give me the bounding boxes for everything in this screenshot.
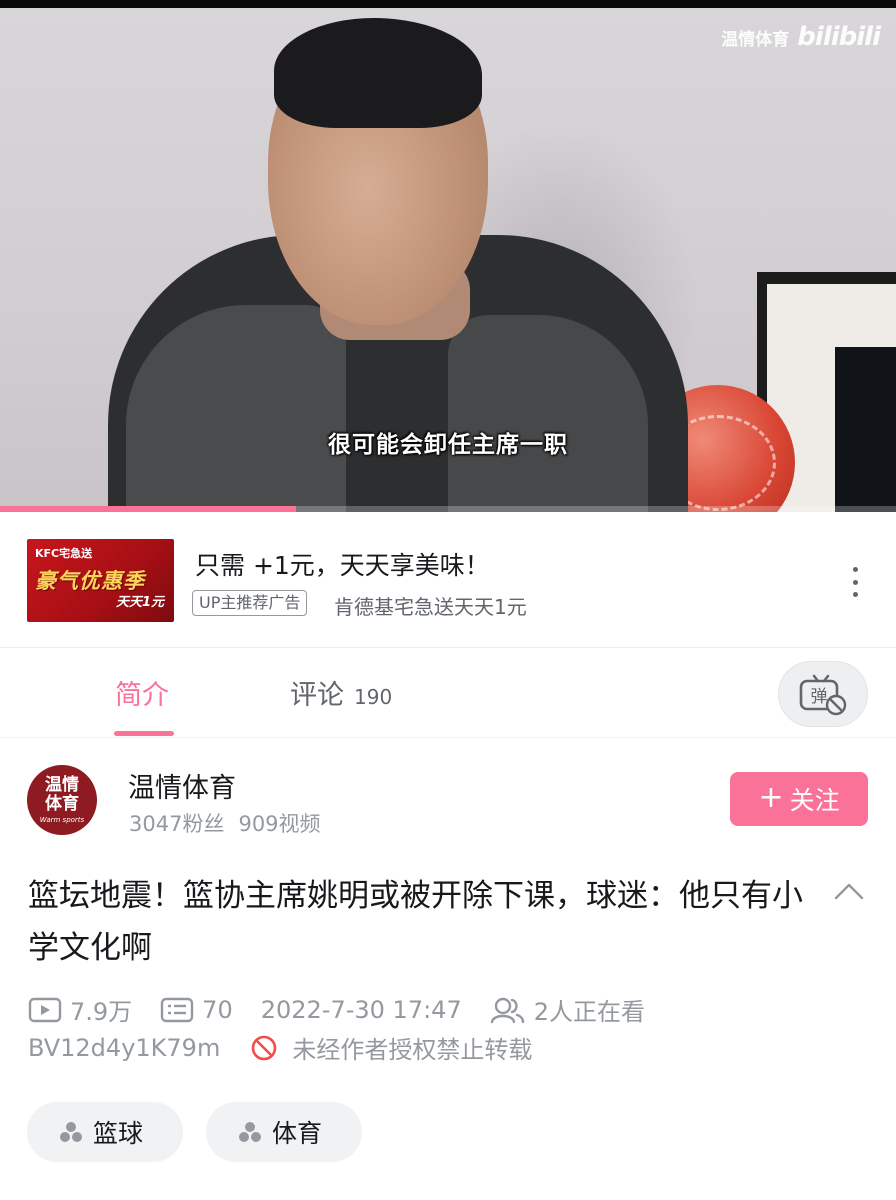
tabs-divider <box>0 737 896 738</box>
avatar-text: 温情体育 <box>45 775 79 814</box>
more-vertical-icon[interactable] <box>845 564 865 600</box>
tab-comments[interactable]: 评论 190 <box>290 673 392 712</box>
danmaku-count-icon <box>160 997 194 1022</box>
detail-tabs: 简介 评论 190 弹 <box>0 649 896 737</box>
follow-button[interactable]: + 关注 <box>730 772 868 826</box>
video-meta-secondary: BV12d4y1K79m 未经作者授权禁止转载 <box>28 1030 532 1065</box>
uploader-fans: 3047粉丝 <box>129 812 225 836</box>
danmaku-toggle-button[interactable]: 弹 <box>778 661 868 727</box>
ad-label-badge: UP主推荐广告 <box>192 590 308 616</box>
tag-basketball[interactable]: 篮球 <box>27 1102 183 1162</box>
bilibili-logo: bilibili <box>797 22 881 52</box>
ad-banner[interactable]: KFC宅急送 豪气优惠季 天天1元 只需 +1元，天天享美味！ UP主推荐广告 … <box>0 512 896 648</box>
video-player[interactable]: 很可能会卸任主席一职 温情体育 bilibili <box>0 0 896 512</box>
ad-thumbnail[interactable]: KFC宅急送 豪气优惠季 天天1元 <box>27 539 174 622</box>
uploader-video-count: 909视频 <box>238 812 321 836</box>
tab-intro[interactable]: 简介 <box>115 673 169 712</box>
reprint-notice: 未经作者授权禁止转载 <box>250 1030 532 1065</box>
svg-text:弹: 弹 <box>811 687 828 707</box>
reprint-notice-text: 未经作者授权禁止转载 <box>292 1036 533 1064</box>
comment-count: 190 <box>354 685 393 709</box>
view-count: 7.9万 <box>70 998 133 1026</box>
ad-thumb-daily: 天天1元 <box>115 595 164 610</box>
views-stat: 7.9万 <box>28 992 132 1027</box>
danmaku-toggle-icon: 弹 <box>799 674 847 716</box>
chevron-up-icon[interactable] <box>833 880 865 902</box>
watching-stat: 2人正在看 <box>490 992 645 1027</box>
danmaku-stat: 70 <box>160 996 233 1024</box>
video-title: 篮坛地震！篮协主席姚明或被开除下课，球迷：他只有小学文化啊 <box>28 878 803 966</box>
ad-thumb-brand: KFC宅急送 <box>35 547 93 560</box>
uploader-name[interactable]: 温情体育 <box>128 766 236 805</box>
video-meta: 7.9万 70 2022-7-30 17:47 2人正在看 <box>28 992 673 1027</box>
tab-comments-label: 评论 <box>290 680 344 711</box>
uploader-avatar[interactable]: 温情体育 Warm sports <box>27 765 97 835</box>
video-subtitle: 很可能会卸任主席一职 <box>328 432 568 458</box>
play-count-icon <box>28 997 62 1022</box>
watermark-channel: 温情体育 <box>721 29 790 50</box>
no-reprint-icon <box>252 1035 277 1060</box>
tag-label: 篮球 <box>93 1119 144 1148</box>
publish-date: 2022-7-30 17:47 <box>260 995 462 1024</box>
follow-label: 关注 <box>789 786 840 815</box>
active-tab-indicator <box>114 731 174 736</box>
status-bar-strip <box>0 0 896 8</box>
avatar-subtext: Warm sports <box>39 816 85 824</box>
danmaku-count: 70 <box>202 995 233 1024</box>
tag-icon <box>60 1122 82 1142</box>
bv-id[interactable]: BV12d4y1K79m <box>28 1034 220 1062</box>
tag-sports[interactable]: 体育 <box>206 1102 362 1162</box>
uploader-stats: 3047粉丝 909视频 <box>129 808 321 838</box>
tag-icon <box>239 1122 261 1142</box>
ad-title[interactable]: 只需 +1元，天天享美味！ <box>195 546 490 582</box>
ad-subtitle: 肯德基宅急送天天1元 <box>334 595 527 619</box>
viewers-icon <box>490 997 524 1023</box>
video-watermark: 温情体育 bilibili <box>721 22 881 52</box>
plus-icon: + <box>758 780 784 815</box>
tag-label: 体育 <box>272 1119 323 1148</box>
watching-count: 2人正在看 <box>533 998 645 1026</box>
